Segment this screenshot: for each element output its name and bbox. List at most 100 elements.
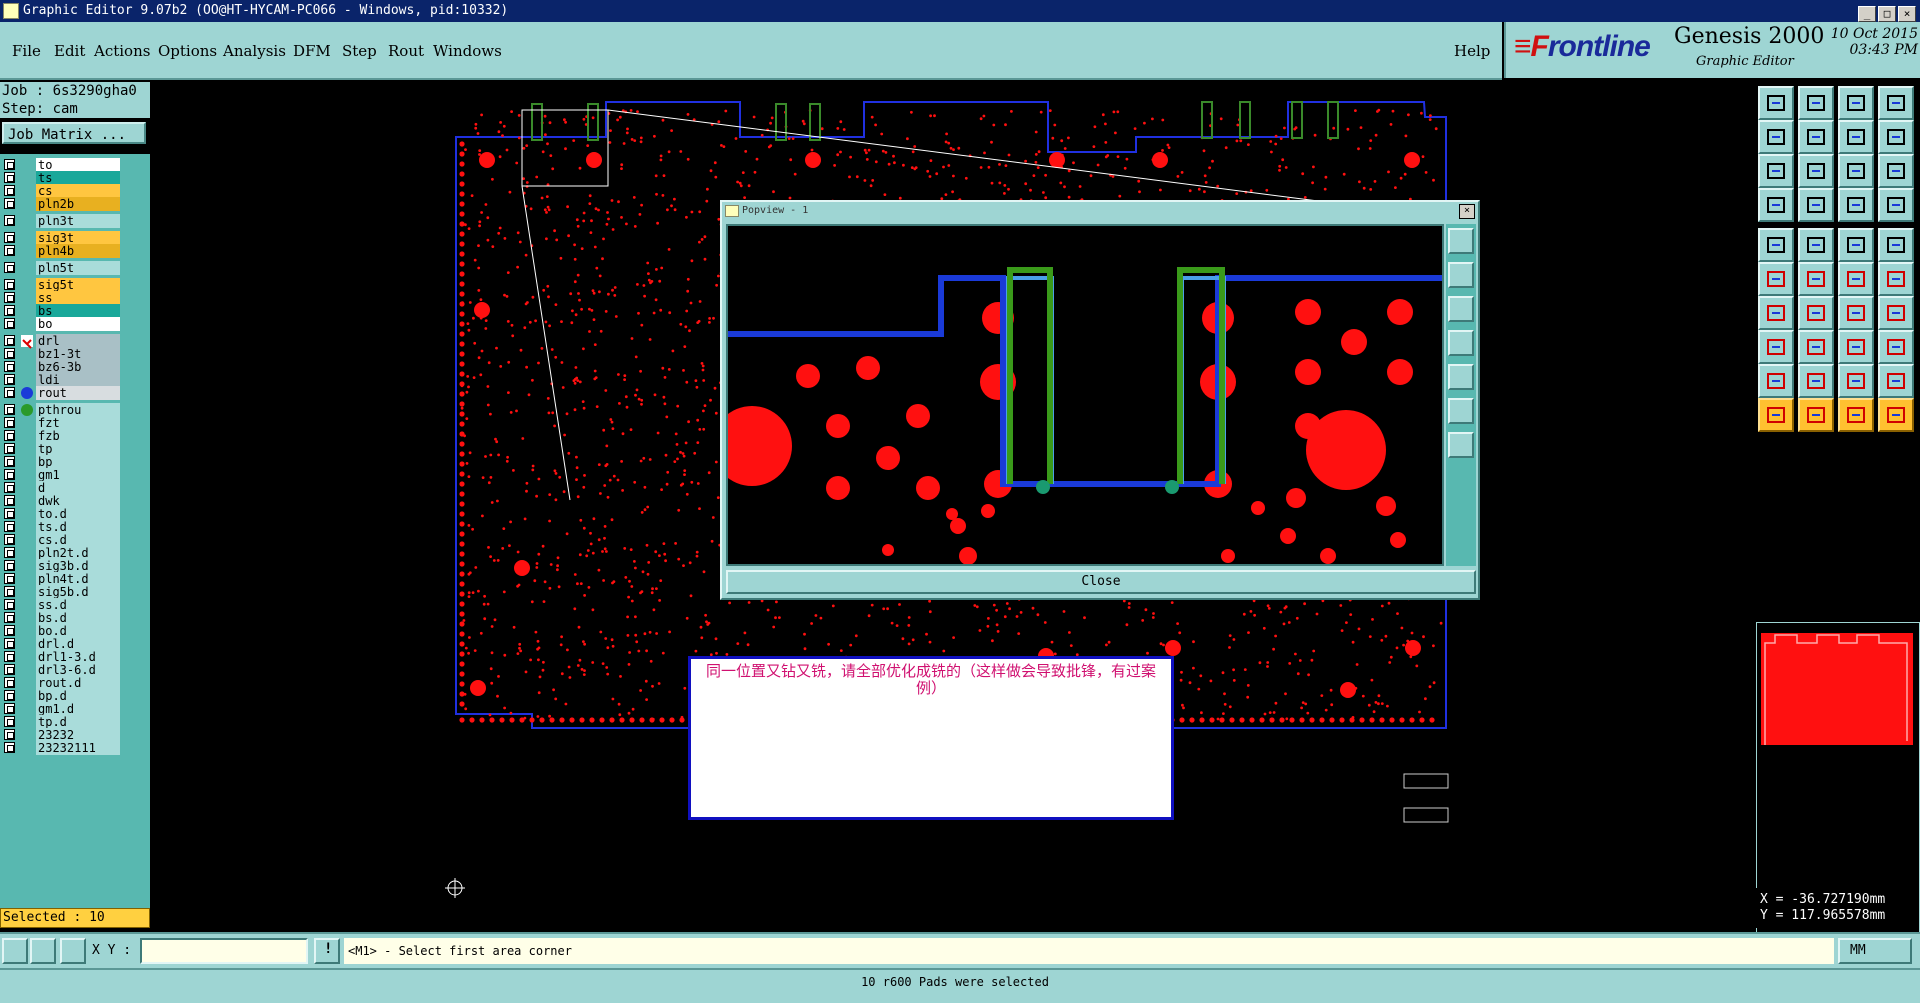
layer-checkbox[interactable] — [4, 292, 15, 303]
transform-icon[interactable] — [1758, 330, 1794, 364]
measure-line-icon[interactable] — [1798, 330, 1834, 364]
layer-checkbox[interactable] — [4, 469, 15, 480]
popview-close-button[interactable]: Close — [726, 570, 1476, 594]
layer-checkbox[interactable] — [4, 625, 15, 636]
zoom-in-icon[interactable] — [1758, 154, 1794, 188]
xy-input[interactable] — [140, 938, 308, 964]
surface-icon[interactable] — [1838, 364, 1874, 398]
layer-checkbox[interactable] — [4, 664, 15, 675]
layer-checkbox[interactable] — [4, 638, 15, 649]
grid-icon[interactable] — [1798, 188, 1834, 222]
layer-checkbox[interactable] — [4, 456, 15, 467]
line-icon[interactable] — [1798, 296, 1834, 330]
warning-icon[interactable]: ! — [314, 938, 340, 964]
layer-checkbox[interactable] — [4, 361, 15, 372]
layer-checkbox[interactable] — [4, 482, 15, 493]
menu-help[interactable]: Help — [1454, 42, 1490, 60]
layer-list-scrollbar[interactable] — [124, 156, 146, 918]
layer-checkbox[interactable] — [4, 430, 15, 441]
snap-icon[interactable] — [1758, 188, 1794, 222]
ruler-icon[interactable] — [1838, 228, 1874, 262]
layer-checkbox[interactable] — [4, 690, 15, 701]
add-circle-icon[interactable] — [1878, 228, 1914, 262]
menu-analysis[interactable]: Analysis — [223, 42, 286, 60]
layer-checkbox[interactable] — [4, 742, 15, 753]
pointer-icon[interactable] — [1758, 398, 1794, 432]
layer-checkbox[interactable] — [4, 374, 15, 385]
layer-row[interactable]: pln3t — [2, 214, 122, 229]
layer-checkbox[interactable] — [4, 198, 15, 209]
menu-edit[interactable]: Edit — [54, 42, 85, 60]
measure-button[interactable] — [30, 938, 56, 964]
layer-checkbox[interactable] — [4, 560, 15, 571]
move-icon[interactable] — [1838, 262, 1874, 296]
select-mode-button[interactable] — [2, 938, 28, 964]
layer-checkbox[interactable] — [4, 716, 15, 727]
popview-zoom-home-button[interactable] — [1448, 228, 1474, 254]
layers-icon[interactable] — [1838, 188, 1874, 222]
popview-pan-right-button[interactable] — [1448, 364, 1474, 390]
menu-actions[interactable]: Actions — [94, 42, 150, 60]
layer-row[interactable]: bo — [2, 317, 122, 332]
window-icon[interactable] — [1878, 86, 1914, 120]
maximize-button[interactable]: □ — [1878, 6, 1896, 22]
menu-step[interactable]: Step — [342, 42, 377, 60]
layer-checkbox[interactable] — [4, 318, 15, 329]
layer-row[interactable]: rout — [2, 386, 122, 401]
layers-off-icon[interactable] — [1878, 188, 1914, 222]
layer-checkbox[interactable] — [4, 245, 15, 256]
layer-checkbox[interactable] — [4, 159, 15, 170]
zoom-out-icon[interactable] — [1798, 154, 1834, 188]
popview-pan-up-button[interactable] — [1448, 262, 1474, 288]
job-matrix-button[interactable]: Job Matrix ... — [2, 122, 146, 144]
group-icon[interactable] — [1878, 330, 1914, 364]
delete-icon[interactable] — [1798, 262, 1834, 296]
polygon-icon[interactable] — [1758, 364, 1794, 398]
zoom-fit-icon[interactable] — [1838, 120, 1874, 154]
copy-icon[interactable] — [1878, 262, 1914, 296]
layer-checkbox[interactable] — [4, 534, 15, 545]
layer-checkbox[interactable] — [4, 305, 15, 316]
popview-pan-left-button[interactable] — [1448, 330, 1474, 356]
layer-checkbox[interactable] — [4, 677, 15, 688]
step-icon[interactable] — [1878, 120, 1914, 154]
layer-row[interactable]: pln5t — [2, 261, 122, 276]
menu-options[interactable]: Options — [158, 42, 217, 60]
layer-checkbox[interactable] — [4, 651, 15, 662]
close-window-button[interactable]: × — [1898, 6, 1916, 22]
layer-checkbox[interactable] — [4, 586, 15, 597]
menu-file[interactable]: File — [12, 42, 41, 60]
layer-checkbox[interactable] — [4, 185, 15, 196]
popview-canvas[interactable] — [726, 224, 1444, 566]
layer-checkbox[interactable] — [4, 599, 15, 610]
pan-right-icon[interactable] — [1798, 120, 1834, 154]
layer-checkbox[interactable] — [4, 508, 15, 519]
arc-icon[interactable] — [1838, 296, 1874, 330]
layer-row[interactable]: 23232111 — [2, 741, 122, 756]
grid-button[interactable] — [60, 938, 86, 964]
select-polygon-icon[interactable] — [1838, 398, 1874, 432]
pan-left-icon[interactable] — [1758, 120, 1794, 154]
scale-1-2-icon[interactable] — [1838, 154, 1874, 188]
layer-checkbox[interactable] — [4, 612, 15, 623]
layer-checkbox[interactable] — [4, 729, 15, 740]
text-icon[interactable] — [1878, 296, 1914, 330]
menu-rout[interactable]: Rout — [388, 42, 424, 60]
graphic-canvas[interactable]: 同一位置又钻又铣，请全部优化成铣的（这样做会导致批锋，有过案例） Popview… — [150, 80, 1752, 930]
zoom-bottom-icon[interactable] — [1798, 86, 1834, 120]
units-select[interactable]: MM — [1838, 938, 1912, 964]
layer-checkbox[interactable] — [4, 521, 15, 532]
select-net-icon[interactable] — [1878, 398, 1914, 432]
query-icon[interactable] — [1878, 154, 1914, 188]
layer-checkbox[interactable] — [4, 215, 15, 226]
menu-dfm[interactable]: DFM — [293, 42, 331, 60]
layer-checkbox[interactable] — [4, 387, 15, 398]
connect-icon[interactable] — [1758, 262, 1794, 296]
line-angle-icon[interactable] — [1758, 296, 1794, 330]
add-line-icon[interactable] — [1798, 228, 1834, 262]
home-icon[interactable] — [1838, 86, 1874, 120]
layer-checkbox[interactable] — [4, 262, 15, 273]
outline-icon[interactable] — [1878, 364, 1914, 398]
edit-polygon-icon[interactable] — [1798, 364, 1834, 398]
layer-checkbox[interactable] — [4, 348, 15, 359]
